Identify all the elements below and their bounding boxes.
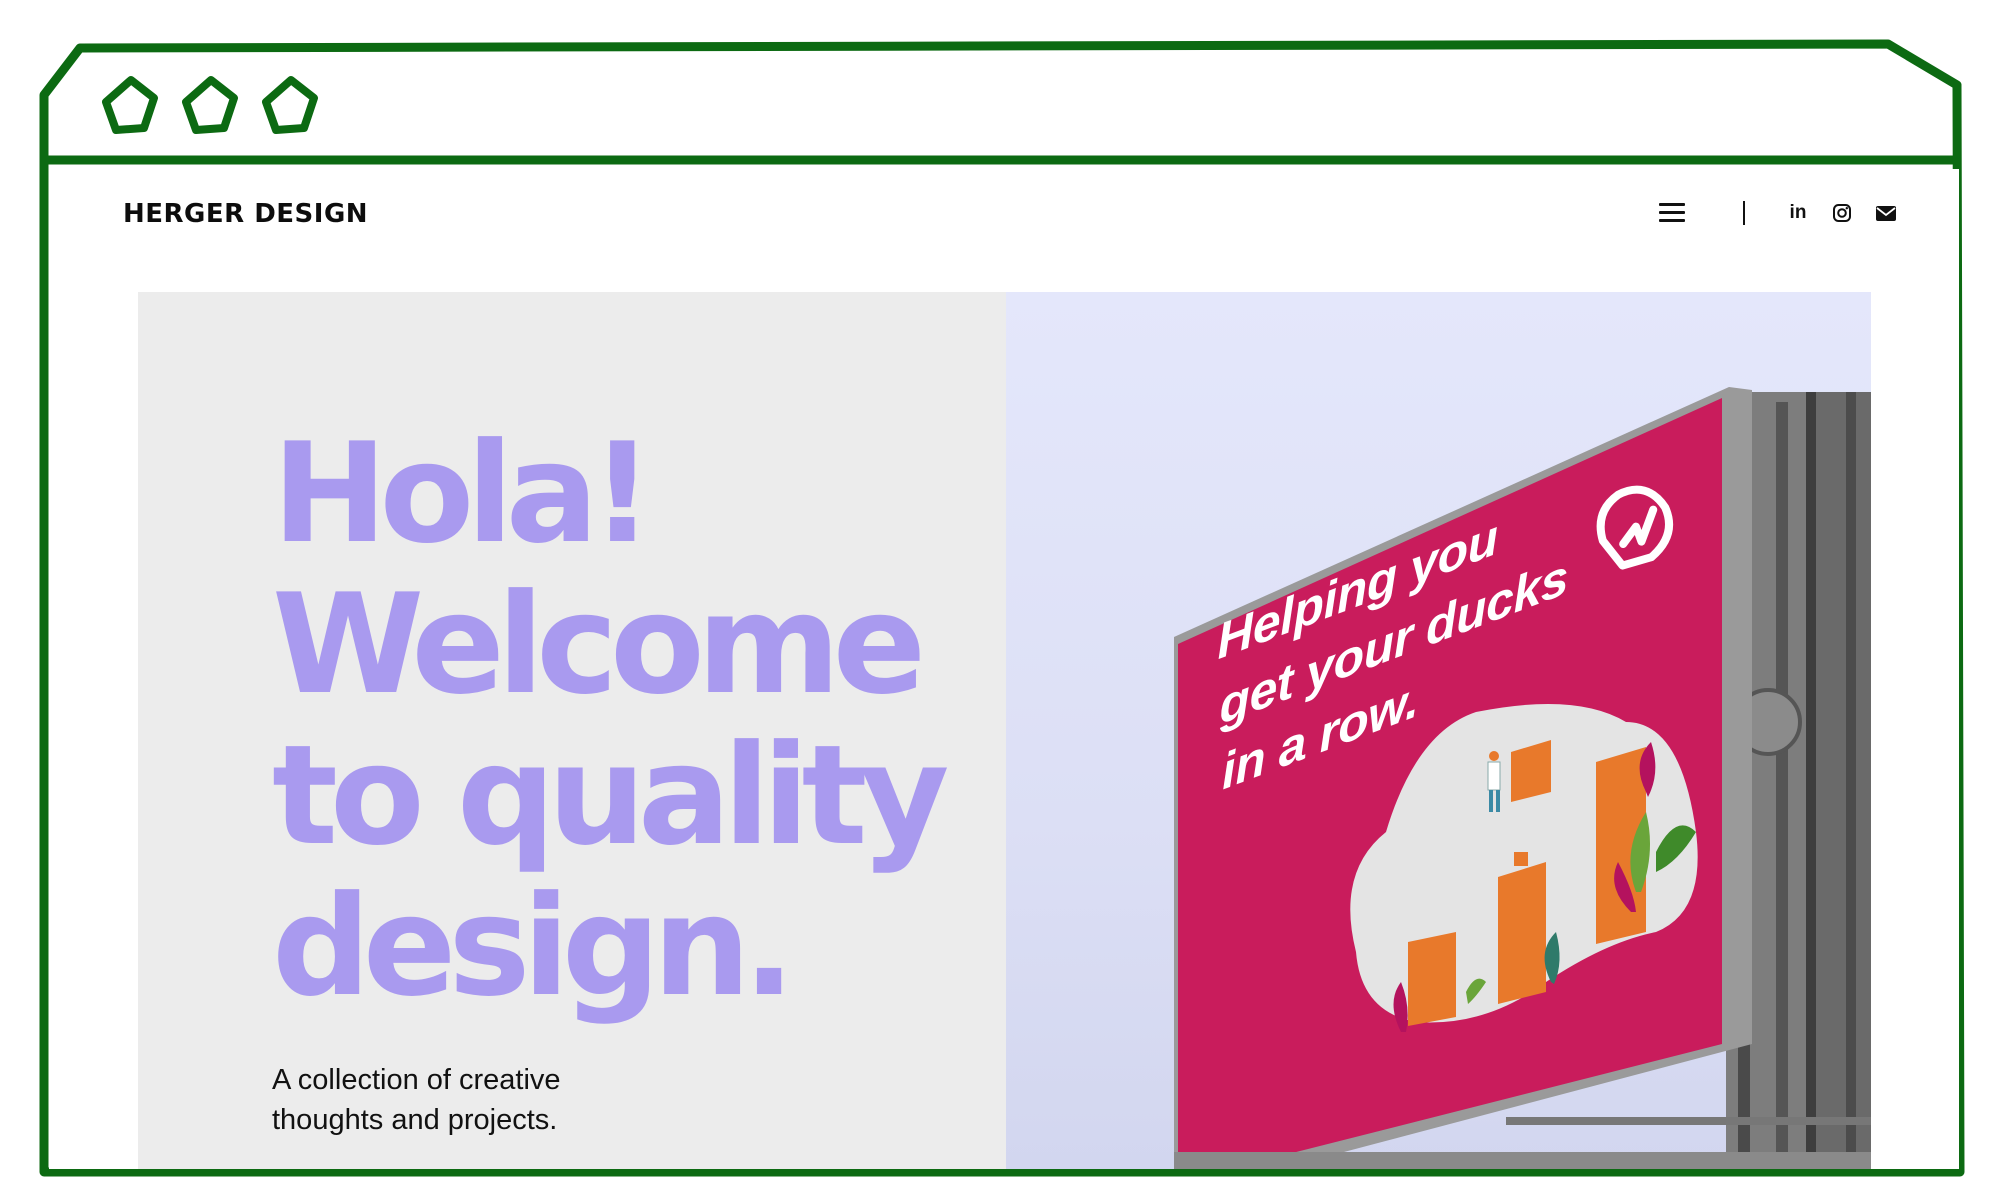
- browser-window: HERGER DESIGN in Hola! Welcome to qualit…: [44, 44, 1964, 1172]
- hero-heading-line: to quality: [272, 715, 950, 876]
- window-controls: [100, 74, 322, 136]
- hero-heading: Hola! Welcome to quality design.: [272, 418, 992, 1022]
- hero-image-billboard: Helping you get your ducks in a row.: [1006, 292, 1871, 1169]
- header-divider: [1743, 201, 1745, 225]
- hero-heading-line: Hola!: [272, 413, 654, 574]
- billboard-illustration: [1174, 387, 1871, 1169]
- web-page: HERGER DESIGN in Hola! Welcome to qualit…: [49, 169, 1959, 1169]
- hero-text-panel: Hola! Welcome to quality design. A colle…: [138, 292, 1006, 1169]
- site-header: HERGER DESIGN in: [49, 169, 1959, 289]
- title-bar: [44, 44, 1964, 160]
- hero-heading-line: design.: [272, 866, 795, 1027]
- hero-tagline-line: thoughts and projects.: [272, 1104, 558, 1136]
- window-control-2-icon[interactable]: [180, 74, 242, 136]
- hero-tagline-line: A collection of creative: [272, 1064, 561, 1096]
- hero-heading-line: Welcome: [272, 564, 926, 725]
- window-control-1-icon[interactable]: [100, 74, 162, 136]
- window-control-3-icon[interactable]: [260, 74, 322, 136]
- menu-icon[interactable]: [1659, 203, 1685, 225]
- linkedin-icon[interactable]: in: [1786, 201, 1810, 225]
- email-icon[interactable]: [1874, 201, 1898, 225]
- site-logo[interactable]: HERGER DESIGN: [123, 199, 368, 229]
- hero-section: Hola! Welcome to quality design. A colle…: [138, 292, 1871, 1169]
- instagram-icon[interactable]: [1830, 201, 1854, 225]
- hero-tagline: A collection of creative thoughts and pr…: [272, 1060, 692, 1140]
